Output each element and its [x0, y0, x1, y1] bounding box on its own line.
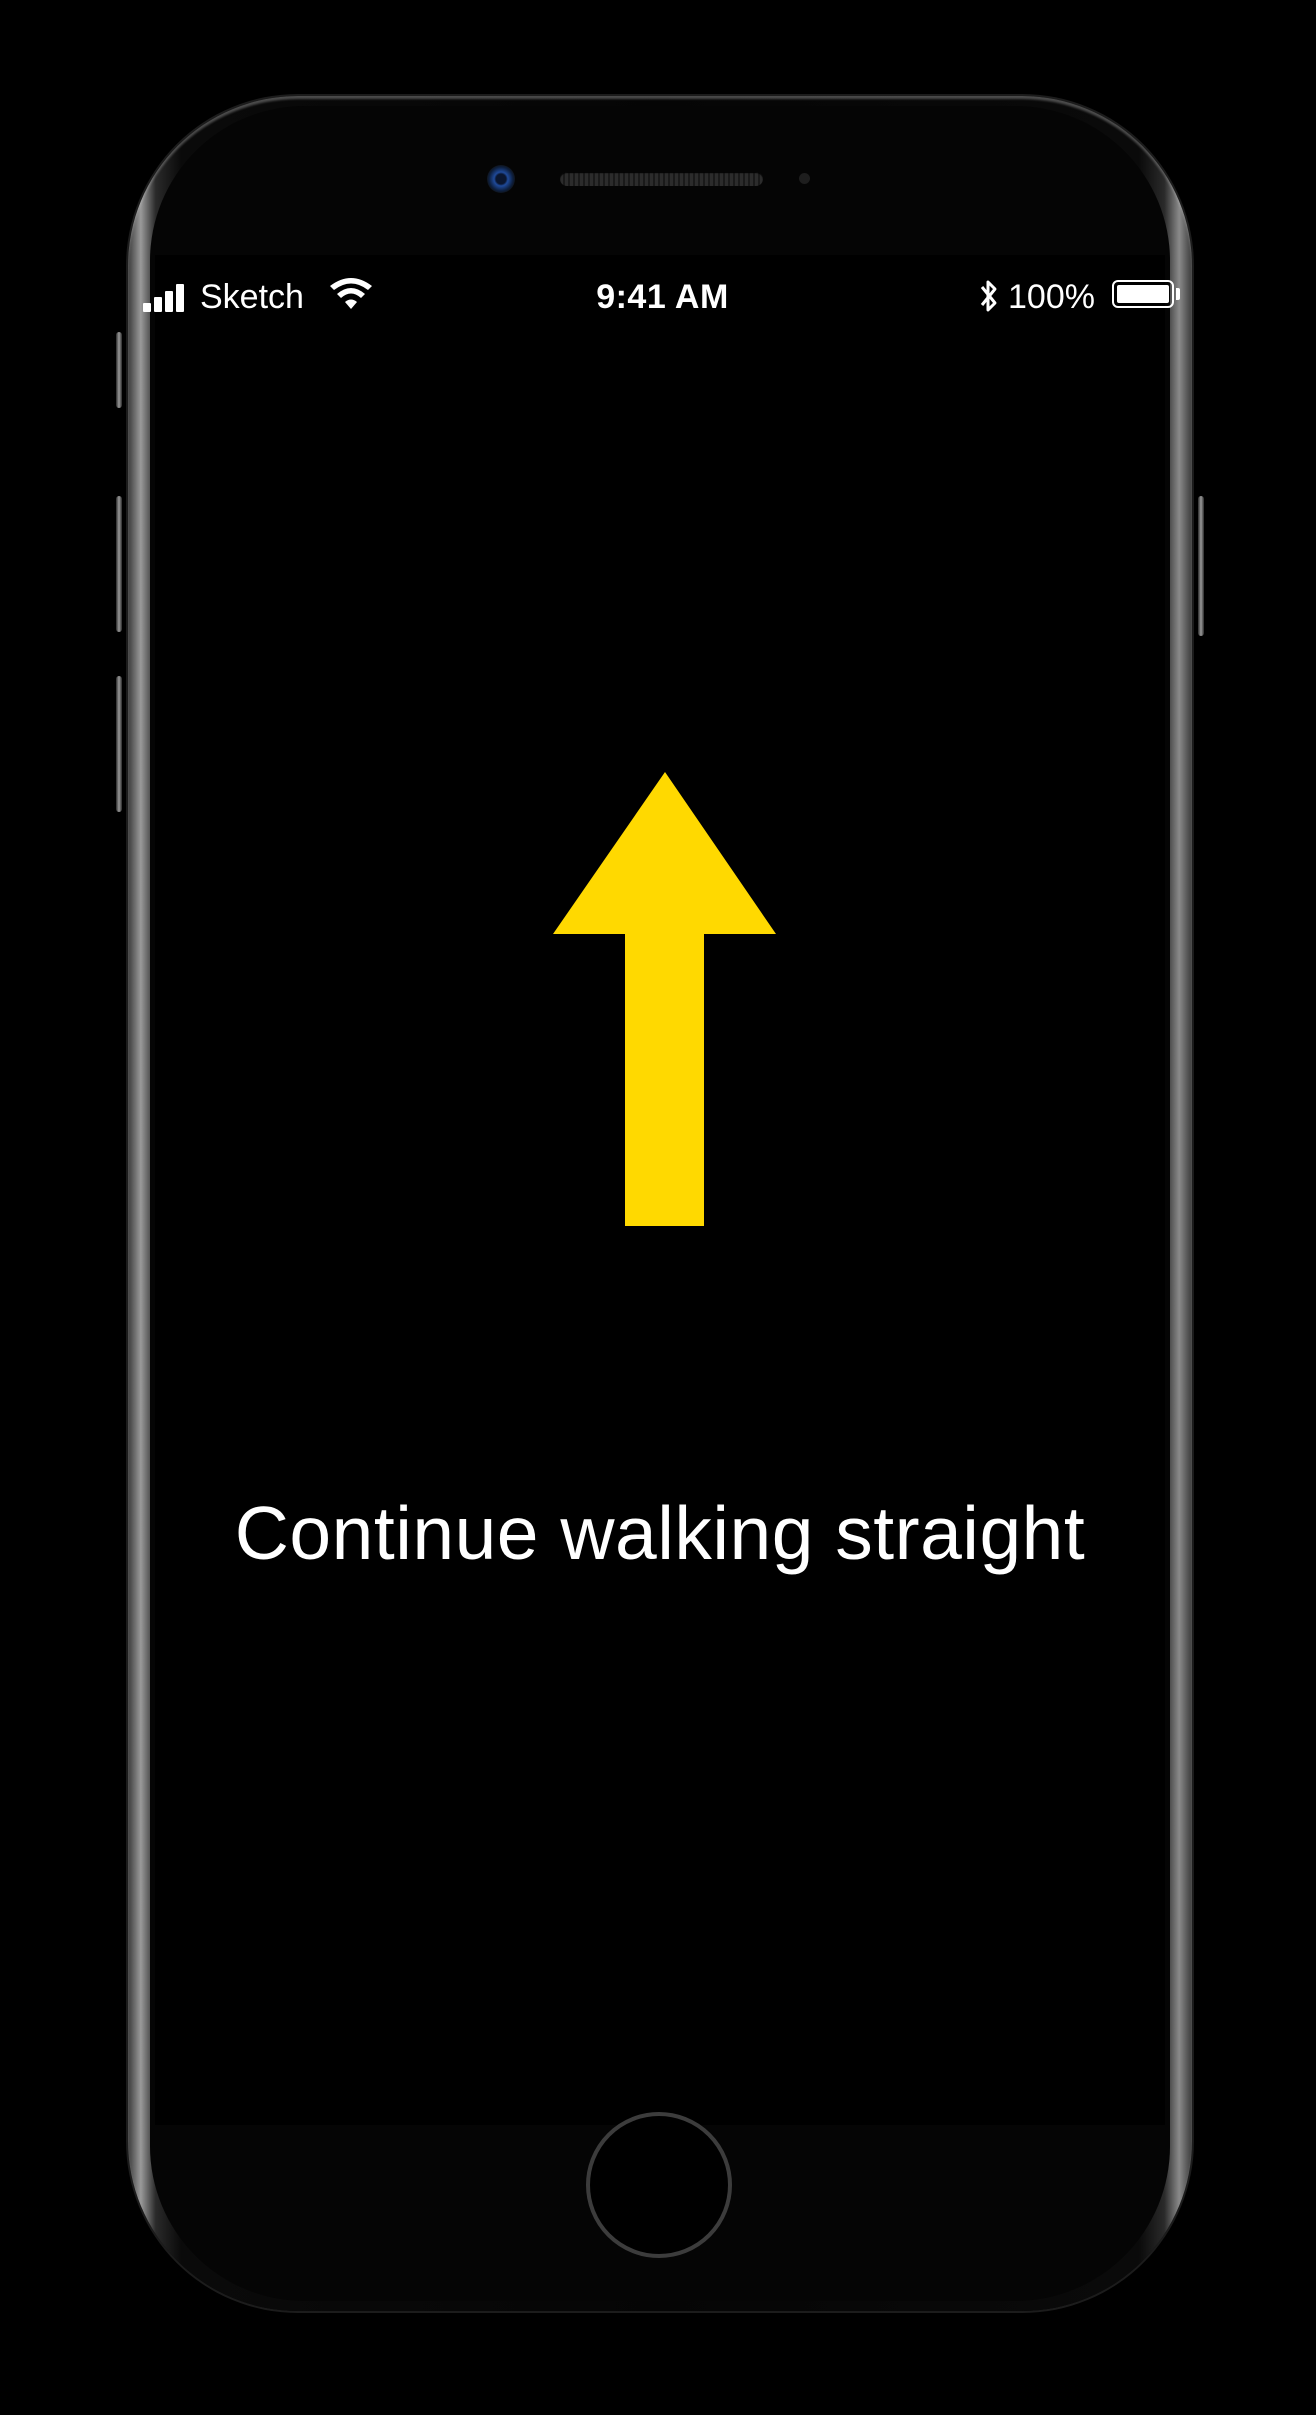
front-camera — [487, 165, 515, 193]
status-bar: Sketch 9:41 AM 100% — [140, 272, 1185, 322]
earpiece-speaker — [560, 172, 763, 186]
proximity-sensor — [799, 173, 810, 184]
battery-tip — [1176, 288, 1180, 300]
mute-switch — [116, 332, 122, 408]
battery-level — [1117, 285, 1169, 303]
volume-up-button — [116, 496, 122, 632]
battery-icon — [1112, 280, 1174, 308]
arrow-up-icon — [553, 772, 776, 1226]
battery-percentage: 100% — [1008, 278, 1095, 316]
volume-down-button — [116, 676, 122, 812]
direction-arrow — [553, 772, 776, 1226]
home-button[interactable] — [586, 2112, 732, 2258]
navigation-instruction: Continue walking straight — [234, 1491, 1086, 1575]
bluetooth-icon — [980, 280, 997, 312]
power-button — [1198, 496, 1204, 636]
